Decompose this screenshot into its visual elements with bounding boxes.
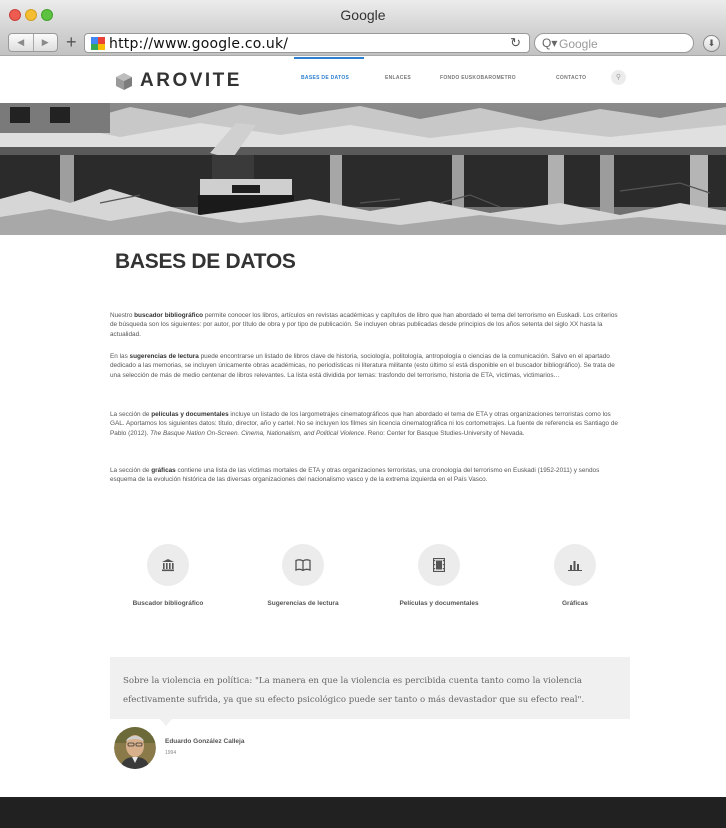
history-nav: ◀ ▶ xyxy=(8,33,58,52)
feature-label[interactable]: Buscador bibliográfico xyxy=(103,600,233,607)
p3-highlight: películas y documentales xyxy=(151,411,229,418)
address-bar[interactable]: http://www.google.co.uk/ ↻ xyxy=(84,33,530,53)
url-text[interactable]: http://www.google.co.uk/ xyxy=(109,36,288,52)
window-titlebar: Google xyxy=(0,0,726,30)
feature-label[interactable]: Películas y documentales xyxy=(374,600,504,607)
nav-enlaces[interactable]: ENLACES xyxy=(385,75,411,81)
nav-contacto[interactable]: CONTACTO xyxy=(556,75,586,81)
site-footer xyxy=(0,797,726,828)
paragraph-buscador: Nuestro buscador bibliográfico permite c… xyxy=(110,311,624,339)
p3-text-c: . Reno: Center for Basque Studies-Univer… xyxy=(364,429,525,437)
paragraph-sugerencias: En las sugerencias de lectura puede enco… xyxy=(110,352,624,380)
paragraph-peliculas: La sección de películas y documentales i… xyxy=(110,410,624,438)
nav-fondo-euskobarometro[interactable]: FONDO EUSKOBAROMETRO xyxy=(440,75,516,81)
book-icon xyxy=(295,559,311,571)
browser-toolbar: ◀ ▶ + http://www.google.co.uk/ ↻ Q▾ Goog… xyxy=(0,30,726,56)
feature-circle[interactable] xyxy=(282,544,324,586)
feature-graficas[interactable]: Gráficas xyxy=(510,544,640,607)
site-logo[interactable]: AROVITE xyxy=(116,70,242,92)
downloads-icon[interactable]: ⬇ xyxy=(703,35,720,52)
quote-pointer xyxy=(160,719,172,726)
active-nav-underline xyxy=(294,57,364,59)
p2-highlight: sugerencias de lectura xyxy=(129,353,199,360)
cube-logo-icon xyxy=(116,72,132,90)
feature-label[interactable]: Gráficas xyxy=(510,600,640,607)
feature-circle[interactable] xyxy=(554,544,596,586)
window-title: Google xyxy=(340,7,386,23)
feature-label[interactable]: Sugerencias de lectura xyxy=(238,600,368,607)
feature-peliculas[interactable]: Películas y documentales xyxy=(374,544,504,607)
reload-icon[interactable]: ↻ xyxy=(510,35,521,51)
feature-sugerencias[interactable]: Sugerencias de lectura xyxy=(238,544,368,607)
back-button[interactable]: ◀ xyxy=(9,34,34,51)
feature-circle[interactable] xyxy=(147,544,189,586)
library-icon xyxy=(162,559,174,572)
page-title: BASES DE DATOS xyxy=(115,250,296,273)
quote-box: Sobre la violencia en política: "La mane… xyxy=(110,657,630,719)
p4-text-a: La sección de xyxy=(110,467,152,474)
p1-text-a: Nuestro xyxy=(110,312,135,319)
p3-text-a: La sección de xyxy=(110,411,152,418)
logo-text: AROVITE xyxy=(140,70,242,91)
forward-button[interactable]: ▶ xyxy=(34,34,58,51)
p2-text-a: En las xyxy=(110,353,130,360)
search-placeholder: Google xyxy=(559,37,598,51)
quote-text: Sobre la violencia en política: "La mane… xyxy=(123,676,585,705)
nav-bases-de-datos[interactable]: BASES DE DATOS xyxy=(301,75,349,81)
quote-year: 1994 xyxy=(165,750,177,756)
p4-highlight: gráficas xyxy=(151,467,176,474)
p4-text-b: contiene una lista de las víctimas morta… xyxy=(110,467,600,484)
feature-circle[interactable] xyxy=(418,544,460,586)
site-header: AROVITE BASES DE DATOS ENLACES FONDO EUS… xyxy=(0,57,726,103)
hero-demolition-image xyxy=(0,103,726,235)
chart-icon xyxy=(568,561,582,571)
browser-search-field[interactable]: Q▾ Google xyxy=(534,33,694,53)
p3-book-title: The Basque Nation On-Screen. Cinema, Nat… xyxy=(150,429,365,437)
feature-buscador[interactable]: Buscador bibliográfico xyxy=(103,544,233,607)
google-favicon-icon xyxy=(91,37,105,50)
search-icon: Q▾ xyxy=(542,36,558,50)
film-icon xyxy=(433,558,445,572)
site-search-icon[interactable]: ⚲ xyxy=(611,70,626,85)
new-tab-button[interactable]: + xyxy=(66,31,77,53)
avatar xyxy=(114,727,156,769)
quote-author: Eduardo González Calleja xyxy=(165,738,245,745)
paragraph-graficas: La sección de gráficas contiene una list… xyxy=(110,466,624,485)
p1-highlight: buscador bibliográfico xyxy=(134,312,204,319)
